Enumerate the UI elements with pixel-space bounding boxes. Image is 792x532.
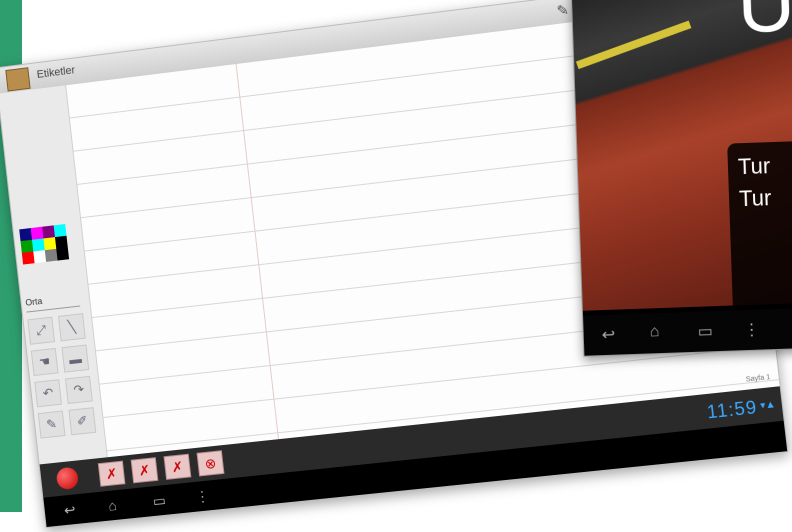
video-frame[interactable]: U Tur Tur xyxy=(571,0,792,314)
highlighter-tool-icon[interactable]: ✐ xyxy=(68,407,97,436)
resize-tool-icon[interactable]: ⤢ xyxy=(27,316,56,345)
recent-apps-icon[interactable]: ▭ xyxy=(152,492,167,510)
video-tablet-screenshot: U Tur Tur ↩ ⌂ ▭ ⋮ xyxy=(570,0,792,357)
color-palette[interactable] xyxy=(19,224,70,265)
hand-tool-icon[interactable]: ☚ xyxy=(30,347,59,377)
redo-tool-icon[interactable]: ↷ xyxy=(64,375,93,404)
home-icon[interactable]: ⌂ xyxy=(649,323,659,341)
menu-icon[interactable]: ⋮ xyxy=(195,488,211,506)
clear-icon[interactable]: ✗ xyxy=(97,460,126,487)
undo-tool-icon[interactable]: ↶ xyxy=(34,379,63,408)
subtitle-line: Tur xyxy=(738,185,772,212)
back-icon[interactable]: ↩ xyxy=(63,501,76,519)
back-icon[interactable]: ↩ xyxy=(601,325,615,345)
recent-apps-icon[interactable]: ▭ xyxy=(697,321,713,342)
palette-swatch[interactable] xyxy=(56,247,70,261)
side-tool-grid: ⤢ ╲ ☚ ▬ ↶ ↷ ✎ ✐ xyxy=(27,313,97,439)
android-nav-bar-2: ↩ ⌂ ▭ ⋮ xyxy=(583,306,792,356)
menu-icon[interactable]: ⋮ xyxy=(743,320,760,341)
line-tool-icon[interactable]: ╲ xyxy=(57,313,86,342)
paper-margin-line xyxy=(235,63,279,440)
yellow-stripe xyxy=(575,20,692,70)
app-title: Etiketler xyxy=(36,64,76,81)
delete-icon[interactable]: ⊗ xyxy=(196,450,225,477)
status-icons: ▾▲ xyxy=(759,399,777,412)
video-title-letter: U xyxy=(735,0,792,50)
subtitle-line: Tur xyxy=(737,153,771,180)
eraser-tool-icon[interactable]: ▬ xyxy=(61,344,90,373)
pen-tool-icon[interactable]: ✎ xyxy=(37,410,66,439)
clear-all-icon[interactable]: ✗ xyxy=(163,453,192,480)
page-indicator: Sayfa 1 xyxy=(745,373,771,384)
record-button[interactable] xyxy=(55,466,80,491)
app-icon[interactable] xyxy=(5,67,31,92)
status-clock: 11:59 xyxy=(705,396,759,423)
subtitle-box: Tur Tur xyxy=(727,139,792,314)
home-icon[interactable]: ⌂ xyxy=(108,497,118,514)
clear-page-icon[interactable]: ✗ xyxy=(130,457,159,484)
pen-size-select[interactable]: Orta xyxy=(24,291,81,313)
